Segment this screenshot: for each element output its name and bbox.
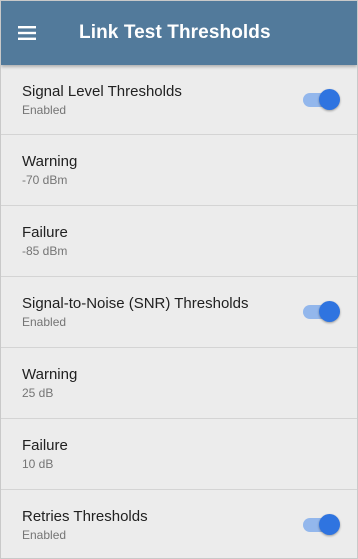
setting-value: -85 dBm bbox=[22, 244, 68, 258]
setting-value: 10 dB bbox=[22, 457, 54, 471]
setting-row-snr-warning[interactable]: Warning 25 dB bbox=[1, 348, 357, 419]
hamburger-menu-icon[interactable] bbox=[1, 1, 53, 65]
setting-label: Warning bbox=[22, 153, 78, 170]
app-screen: Link Test Thresholds Signal Level Thresh… bbox=[0, 0, 358, 559]
setting-row-snr-thresholds[interactable]: Signal-to-Noise (SNR) Thresholds Enabled bbox=[1, 277, 357, 348]
setting-label: Retries Thresholds bbox=[22, 508, 148, 525]
setting-row-signal-level-thresholds[interactable]: Signal Level Thresholds Enabled bbox=[1, 65, 357, 135]
setting-label: Failure bbox=[22, 437, 68, 454]
toggle-thumb bbox=[319, 514, 340, 535]
setting-value: 25 dB bbox=[22, 386, 54, 400]
toggle-thumb bbox=[319, 301, 340, 322]
page-title: Link Test Thresholds bbox=[79, 22, 271, 43]
setting-label: Failure bbox=[22, 224, 68, 241]
retries-toggle-switch[interactable] bbox=[303, 513, 340, 537]
setting-row-retries-thresholds[interactable]: Retries Thresholds Enabled bbox=[1, 490, 357, 558]
app-bar: Link Test Thresholds bbox=[1, 1, 357, 65]
setting-label: Signal-to-Noise (SNR) Thresholds bbox=[22, 295, 249, 312]
setting-row-signal-warning[interactable]: Warning -70 dBm bbox=[1, 135, 357, 206]
toggle-thumb bbox=[319, 88, 340, 110]
setting-value: -70 dBm bbox=[22, 173, 68, 187]
setting-row-snr-failure[interactable]: Failure 10 dB bbox=[1, 419, 357, 490]
snr-toggle-switch[interactable] bbox=[303, 300, 340, 324]
hamburger-menu-glyph bbox=[18, 26, 36, 40]
setting-value: Enabled bbox=[22, 528, 67, 542]
setting-value: Enabled bbox=[22, 102, 67, 117]
signal-level-toggle-switch[interactable] bbox=[303, 88, 340, 112]
setting-row-signal-failure[interactable]: Failure -85 dBm bbox=[1, 206, 357, 277]
setting-label: Warning bbox=[22, 366, 78, 383]
setting-label: Signal Level Thresholds bbox=[22, 82, 182, 100]
setting-value: Enabled bbox=[22, 315, 67, 329]
settings-list: Signal Level Thresholds Enabled Warning … bbox=[1, 65, 357, 558]
